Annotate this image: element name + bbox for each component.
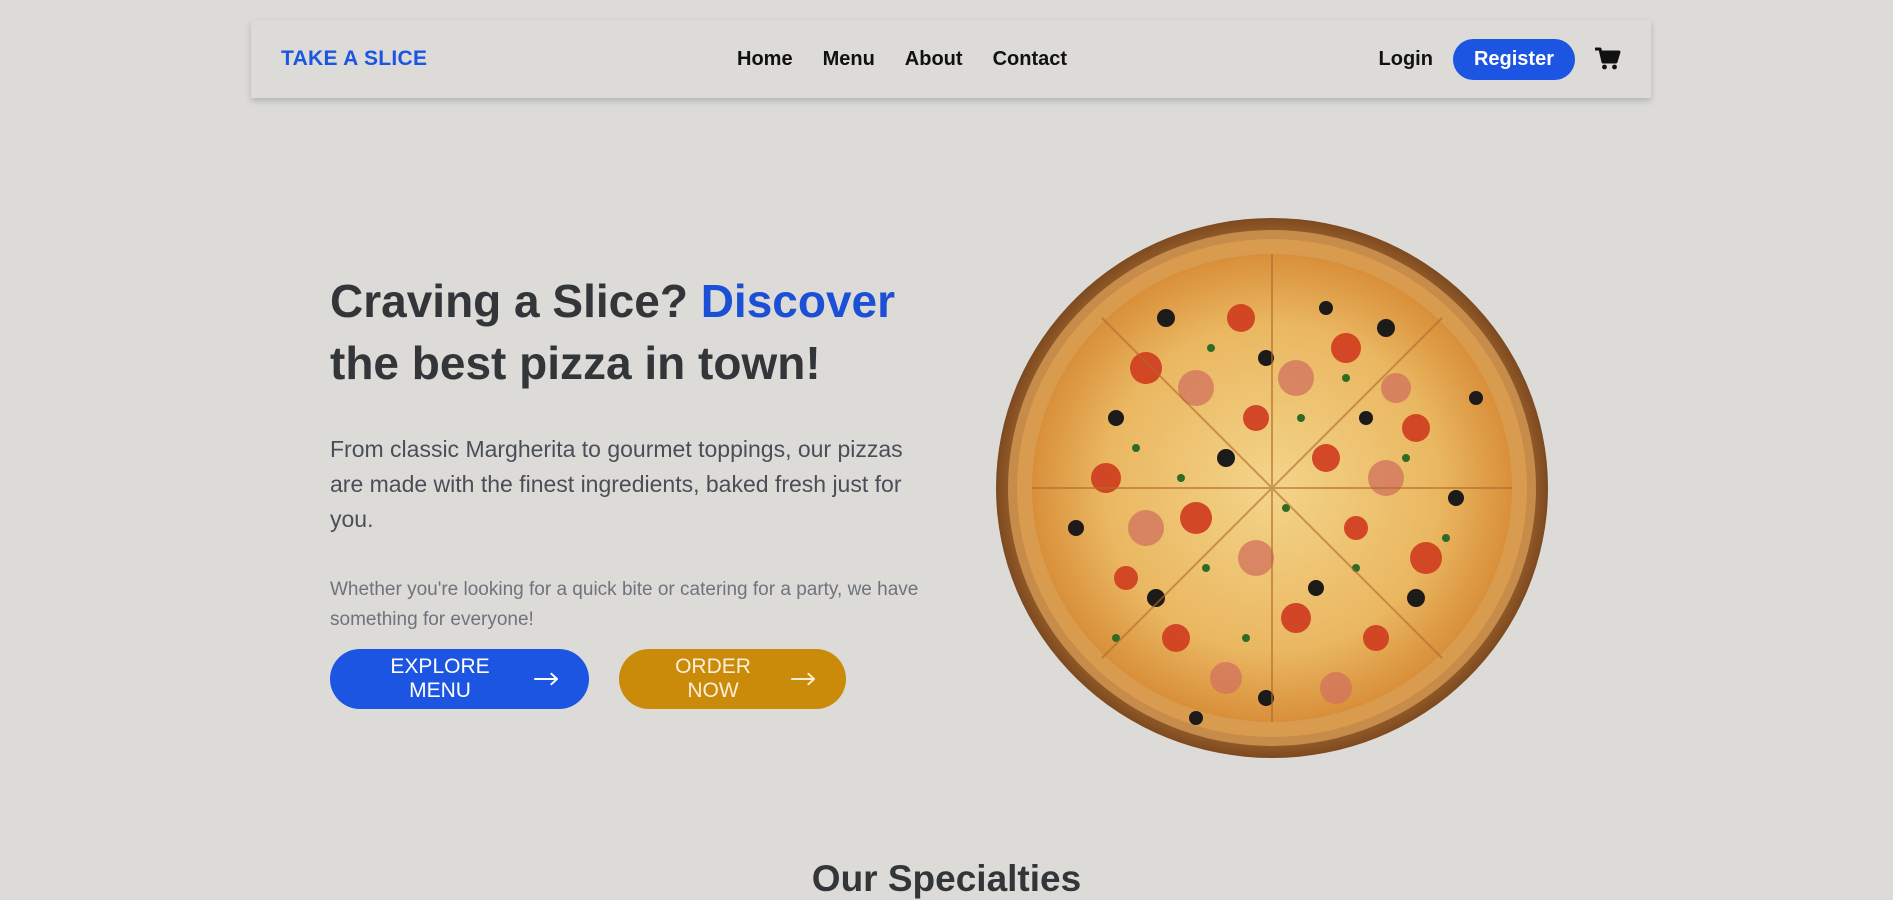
order-now-label: ORDER NOW [675,655,751,702]
hero-title-accent: Discover [700,275,896,327]
brand-logo[interactable]: TAKE A SLICE [281,47,427,71]
order-now-button[interactable]: ORDER NOW [619,649,846,709]
nav-link-home[interactable]: Home [737,48,793,71]
hero-buttons: EXPLORE MENU ORDER NOW [330,649,846,709]
main-nav: Home Menu About Contact [737,20,1067,98]
hero-description: From classic Margherita to gourmet toppi… [330,436,903,532]
login-link[interactable]: Login [1379,48,1433,71]
arrow-right-icon [790,672,816,686]
hero-title-end: the best pizza in town! [330,337,821,389]
explore-menu-button[interactable]: EXPLORE MENU [330,649,589,709]
top-navbar: TAKE A SLICE Home Menu About Contact Log… [251,20,1651,98]
explore-menu-label: EXPLORE MENU [390,655,490,702]
hero-title-start: Craving a Slice? [330,275,688,327]
register-button[interactable]: Register [1452,38,1575,80]
pizza-image [996,218,1548,758]
nav-link-about[interactable]: About [905,48,963,71]
hero-title: Craving a Slice? Discover the best pizza… [330,270,930,394]
hero-section: Craving a Slice? Discover the best pizza… [330,270,930,635]
nav-actions: Login Register [1379,20,1621,98]
nav-link-menu[interactable]: Menu [823,48,875,71]
specialties-title: Our Specialties [811,858,1082,899]
arrow-right-icon [534,672,559,686]
nav-link-contact[interactable]: Contact [993,48,1067,71]
shopping-cart-icon[interactable] [1594,47,1621,71]
hero-subtext: Whether you're looking for a quick bite … [330,579,919,630]
